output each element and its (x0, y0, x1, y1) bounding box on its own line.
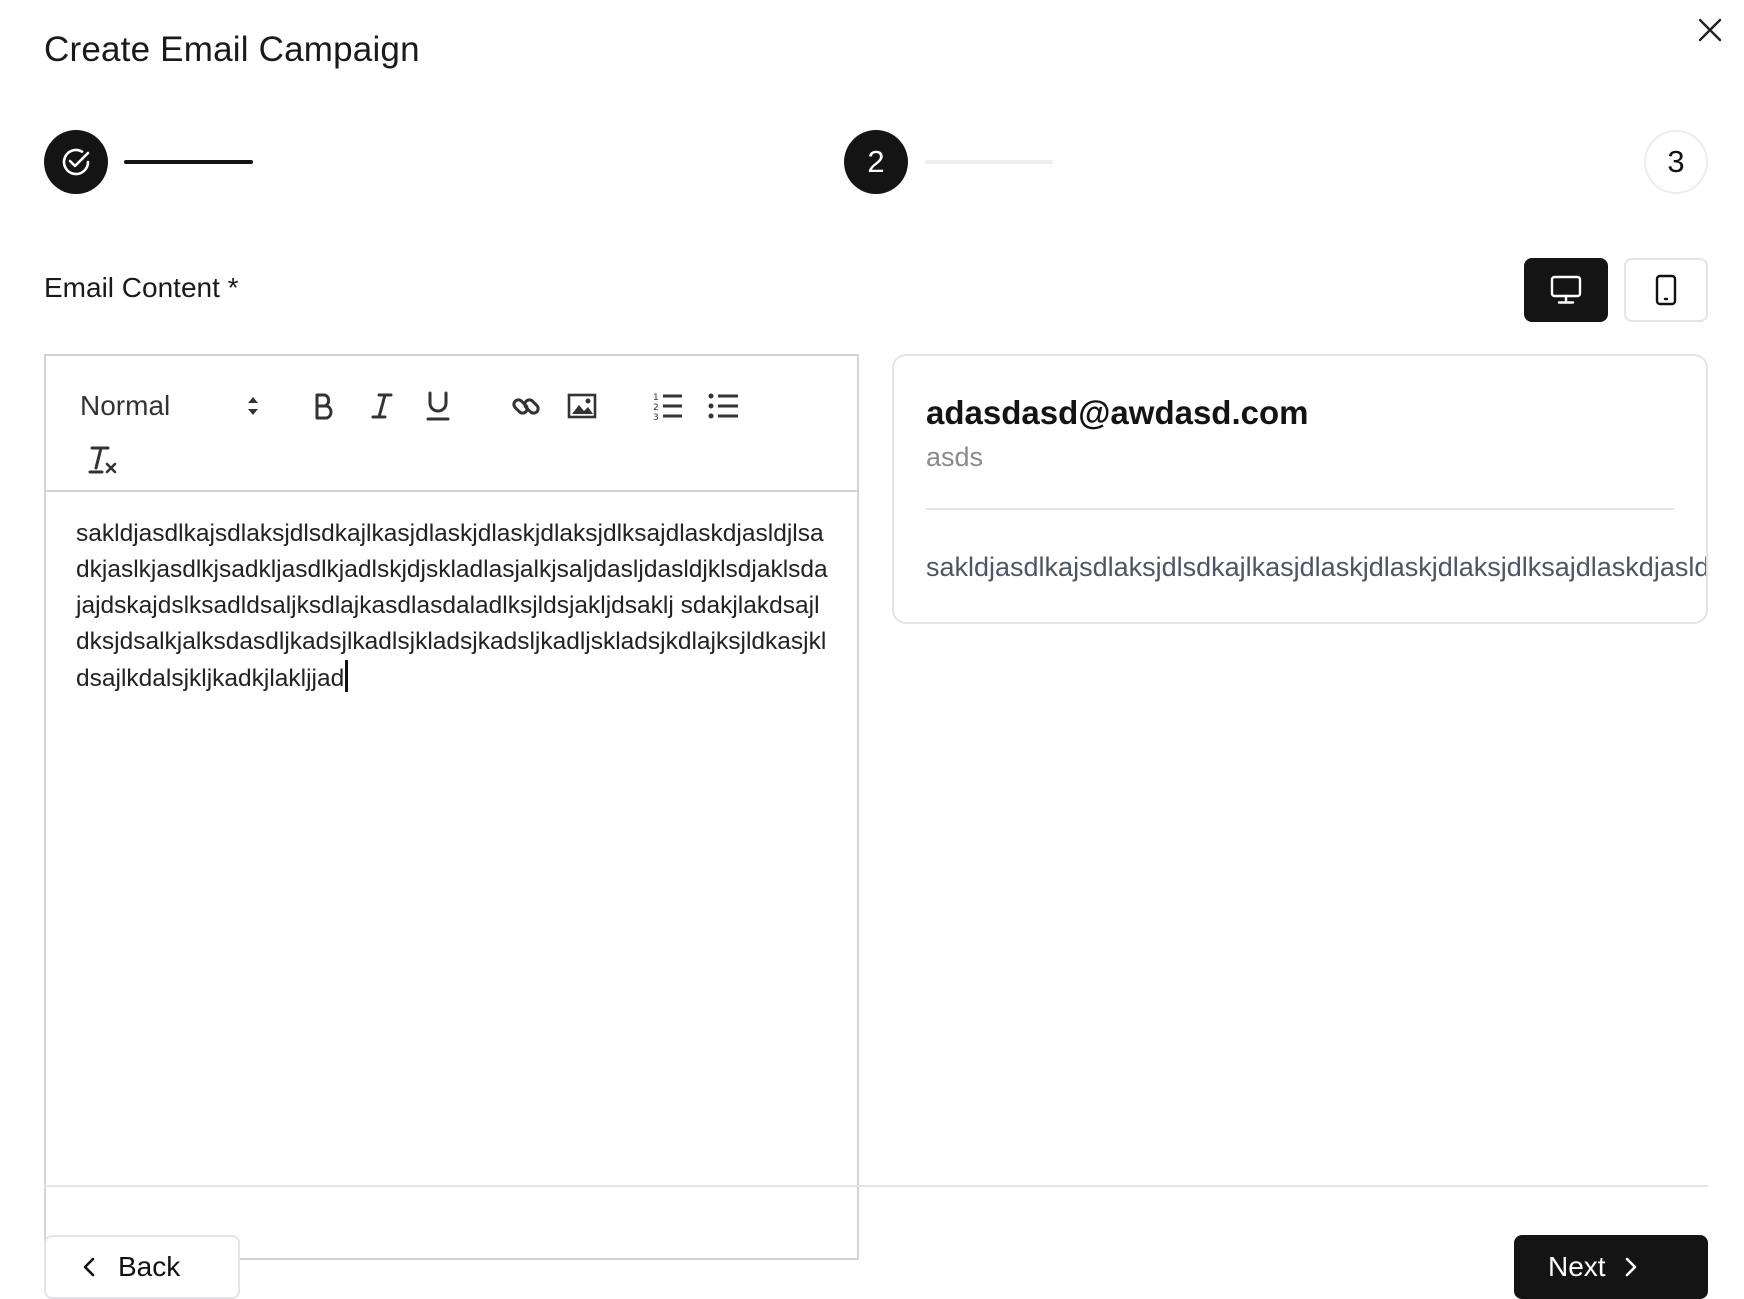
text-format-value: Normal (80, 390, 171, 421)
footer-divider (44, 1185, 1708, 1187)
back-button-label: Back (118, 1251, 181, 1282)
smartphone-icon (1654, 274, 1678, 306)
close-icon[interactable] (1690, 10, 1730, 50)
text-format-select[interactable]: Normal (80, 380, 260, 432)
link-icon[interactable] (500, 380, 552, 432)
step-1-completed[interactable] (44, 130, 108, 194)
image-icon[interactable] (556, 380, 608, 432)
step-3-number: 3 (1667, 144, 1685, 179)
step-connector-1 (124, 160, 253, 164)
clear-format-icon[interactable] (76, 434, 128, 486)
preview-from: adasdasd@awdasd.com (926, 394, 1309, 431)
editor-text-area[interactable]: sakldjasdlkajsdlaksjdlsdkajlkasjdlaskjdl… (76, 516, 828, 697)
editor-body-text: sakldjasdlkajsdlaksjdlsdkajlkasjdlaskjdl… (76, 520, 828, 692)
underline-icon[interactable] (412, 380, 464, 432)
chevron-left-icon (82, 1256, 96, 1278)
svg-text:2: 2 (653, 403, 659, 413)
next-button-label: Next (1548, 1251, 1606, 1282)
sort-arrows-icon (246, 394, 260, 418)
preview-divider (926, 508, 1674, 510)
email-content-label: Email Content * (44, 272, 239, 303)
mobile-view-button[interactable] (1624, 258, 1708, 322)
preview-body: sakldjasdlkajsdlaksjdlsdkajlkasjdlaskjdl… (926, 552, 1708, 582)
editor-toolbar: Normal 123 (46, 356, 857, 492)
svg-text:3: 3 (653, 413, 659, 421)
rich-text-editor: Normal 123 sakldjasdlkajsdlaksjdlsdkajlk… (44, 354, 859, 1260)
step-3-upcoming[interactable]: 3 (1644, 130, 1708, 194)
bullet-list-icon[interactable] (698, 380, 750, 432)
dialog-title: Create Email Campaign (44, 30, 420, 69)
chevron-right-icon (1624, 1256, 1638, 1278)
next-button[interactable]: Next (1514, 1235, 1708, 1299)
back-button[interactable]: Back (44, 1235, 240, 1299)
check-circle-icon (58, 144, 94, 180)
italic-icon[interactable] (356, 380, 408, 432)
step-2-number: 2 (867, 144, 885, 179)
email-preview-card: adasdasd@awdasd.com asds sakldjasdlkajsd… (892, 354, 1708, 624)
step-2-active[interactable]: 2 (844, 130, 908, 194)
step-connector-2 (925, 160, 1053, 164)
svg-text:1: 1 (653, 393, 659, 403)
desktop-view-button[interactable] (1524, 258, 1608, 322)
preview-subject: asds (926, 442, 984, 472)
text-caret (345, 660, 348, 692)
bold-icon[interactable] (298, 380, 350, 432)
ordered-list-icon[interactable]: 123 (642, 380, 694, 432)
monitor-icon (1550, 275, 1582, 305)
